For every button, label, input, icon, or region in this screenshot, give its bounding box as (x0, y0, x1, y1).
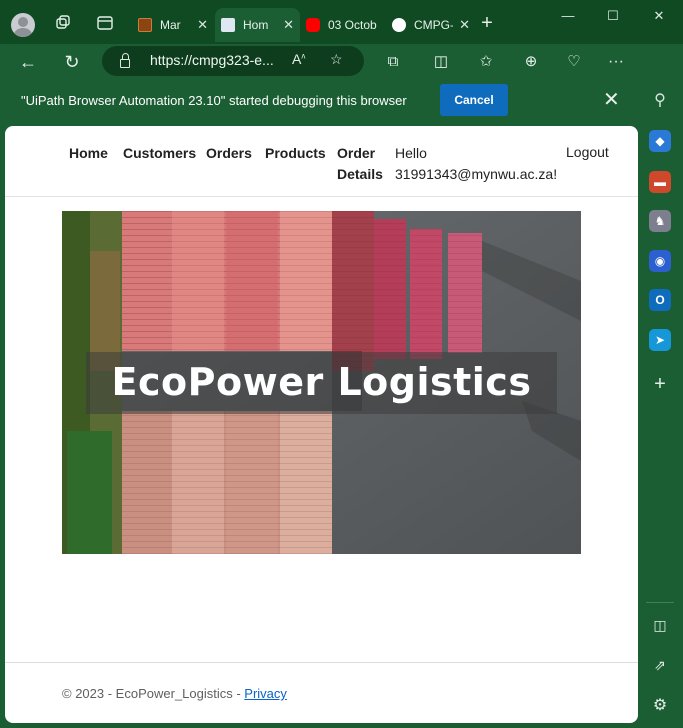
footer-text: © 2023 - EcoPower_Logistics - Privacy (62, 686, 287, 701)
site-footer: © 2023 - EcoPower_Logistics - Privacy (5, 662, 638, 723)
tab-github[interactable]: CMPG-P ✕ (386, 8, 476, 42)
infobar-message: "UiPath Browser Automation 23.10" starte… (21, 93, 407, 108)
extensions-icon[interactable]: ⧉ (381, 50, 405, 74)
logout-link[interactable]: Logout (566, 144, 609, 160)
copyright-text: © 2023 - EcoPower_Logistics - (62, 686, 245, 701)
close-tab-icon[interactable]: ✕ (459, 17, 470, 33)
minimize-icon[interactable]: — (556, 6, 580, 26)
nav-link-order-details[interactable]: Order Details (337, 143, 383, 185)
read-aloud-icon[interactable]: Aʌ (292, 51, 305, 67)
nav-link-home[interactable]: Home (69, 143, 108, 164)
workspaces-icon[interactable] (54, 14, 72, 32)
tab-home[interactable]: Hom ✕ (215, 8, 300, 42)
microsoft-365-icon[interactable]: ◉ (649, 250, 671, 272)
order-details-line2: Details (337, 166, 383, 182)
user-greeting: Hello 31991343@mynwu.ac.za! (395, 143, 557, 185)
refresh-icon[interactable]: ↻ (60, 50, 84, 74)
cancel-button[interactable]: Cancel (440, 84, 508, 116)
favorite-star-icon[interactable]: ☆ (330, 51, 343, 68)
add-sidebar-app-icon[interactable]: + (649, 373, 671, 395)
close-window-icon[interactable]: ✕ (647, 6, 671, 26)
privacy-link[interactable]: Privacy (244, 686, 287, 701)
search-icon[interactable]: ⚲ (649, 89, 671, 111)
back-arrow-icon[interactable]: ← (16, 50, 40, 74)
hero-image: EcoPower Logistics (62, 211, 581, 554)
page-favicon-icon (221, 18, 235, 32)
tools-briefcase-icon[interactable]: ▬ (649, 171, 671, 193)
collections-icon[interactable]: ⊕ (519, 50, 543, 74)
lock-icon[interactable] (120, 53, 130, 68)
close-tab-icon[interactable]: ✕ (283, 17, 294, 33)
outlook-icon[interactable]: O (649, 289, 671, 311)
toolbar: ← ↻ https://cmpg323-e... Aʌ ☆ ⧉ ◫ ✩ ⊕ ♡ … (0, 44, 638, 80)
github-favicon-icon (392, 18, 406, 32)
profile-avatar[interactable] (11, 13, 35, 37)
browser-essentials-icon[interactable]: ♡ (562, 50, 586, 74)
tab-youtube[interactable]: 03 Octob (300, 8, 385, 42)
tab-actions-icon[interactable] (96, 14, 114, 32)
uipath-favicon-icon (138, 18, 152, 32)
youtube-favicon-icon (306, 18, 320, 32)
more-menu-icon[interactable]: ··· (604, 50, 628, 74)
nav-link-products[interactable]: Products (265, 143, 326, 164)
web-page: Home Customers Orders Products Order Det… (5, 126, 638, 723)
tab-strip: Mar ✕ Hom ✕ 03 Octob CMPG-P ✕ + — ☐ ✕ (0, 0, 683, 44)
nav-link-customers[interactable]: Customers (123, 143, 196, 164)
greeting-email: 31991343@mynwu.ac.za! (395, 166, 558, 182)
maximize-icon[interactable]: ☐ (601, 6, 625, 26)
address-bar[interactable]: https://cmpg323-e... Aʌ ☆ (102, 46, 364, 76)
edge-sidebar: ⚲ ◆ ▬ ♞ ◉ O ➤ + ◫ ⇗ ⚙ (638, 44, 683, 728)
tab-marketplace[interactable]: Mar ✕ (132, 8, 214, 42)
nav-link-orders[interactable]: Orders (206, 143, 252, 164)
sidebar-divider (646, 602, 674, 603)
open-external-icon[interactable]: ⇗ (649, 654, 671, 676)
hero-title: EcoPower Logistics (86, 352, 557, 414)
favorites-icon[interactable]: ✩ (474, 50, 498, 74)
close-tab-icon[interactable]: ✕ (197, 17, 208, 33)
games-icon[interactable]: ♞ (649, 210, 671, 232)
hide-sidebar-icon[interactable]: ◫ (649, 614, 671, 636)
drop-send-icon[interactable]: ➤ (649, 329, 671, 351)
debugging-infobar: "UiPath Browser Automation 23.10" starte… (0, 80, 638, 120)
site-navigation: Home Customers Orders Products Order Det… (5, 126, 638, 197)
settings-gear-icon[interactable]: ⚙ (649, 694, 671, 716)
greeting-hello: Hello (395, 145, 427, 161)
shopping-tag-icon[interactable]: ◆ (649, 130, 671, 152)
split-screen-icon[interactable]: ◫ (429, 50, 453, 74)
order-details-line1: Order (337, 145, 376, 161)
close-icon[interactable]: ✕ (603, 88, 620, 112)
new-tab-icon[interactable]: + (478, 13, 496, 33)
